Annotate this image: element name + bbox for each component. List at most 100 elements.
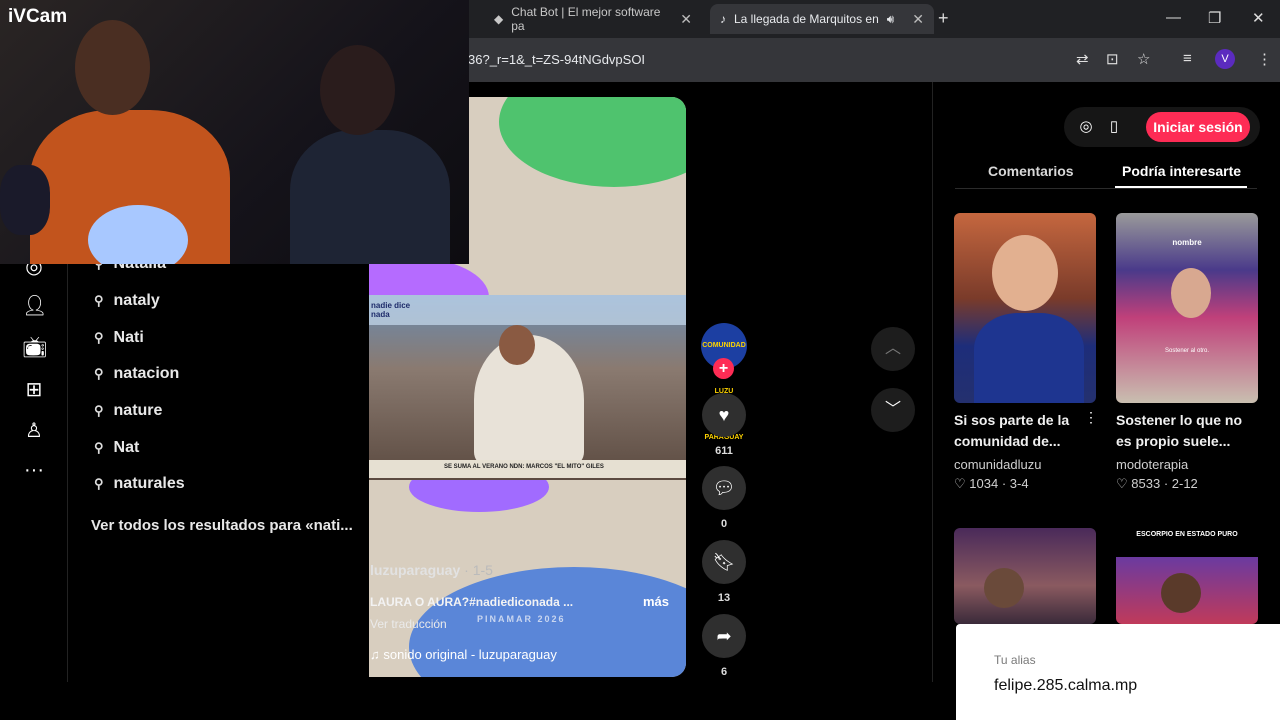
suggestion-item[interactable]: ⚲ nataly (94, 292, 160, 310)
card-title[interactable]: Si sos parte de la comunidad de... (954, 410, 1084, 452)
tab-comments[interactable]: Comentarios (988, 163, 1074, 179)
video-frame: nadie dice nada SE SUMA AL VERANO NDN: M… (369, 295, 686, 480)
share-button[interactable]: ➦ (702, 614, 746, 658)
menu-icon[interactable]: ⋮ (1257, 50, 1272, 68)
suggestion-item[interactable]: ⚲ Nati (94, 329, 144, 347)
close-icon[interactable]: ✕ (912, 11, 924, 28)
maximize-icon[interactable]: ❐ (1208, 9, 1221, 27)
upload-icon[interactable]: ⊞ (22, 377, 46, 401)
alias-card (956, 624, 1280, 720)
person-shirt (290, 130, 450, 264)
suggestion-item[interactable]: ⚲ naturales (94, 475, 185, 493)
tab-title: La llegada de Marquitos en (734, 12, 879, 26)
presenter-head (499, 325, 535, 365)
close-icon[interactable]: ✕ (680, 11, 692, 28)
diamond-icon: ◆ (494, 12, 504, 26)
heart-outline-icon: ♡ (954, 476, 966, 491)
card-meta: ♡ 8533 · 2-12 (1116, 476, 1198, 491)
tab-title: Chat Bot | El mejor software pa (511, 5, 661, 33)
person (1161, 573, 1201, 613)
show-logo: nadie dice nada (371, 301, 411, 319)
star-icon[interactable]: ☆ (1137, 50, 1150, 68)
search-icon: ⚲ (94, 440, 104, 455)
active-tab-indicator (1115, 186, 1247, 188)
follow-button[interactable]: + (713, 358, 734, 379)
see-all-results-link[interactable]: Ver todos los resultados para «nati... (91, 517, 353, 534)
alias-label: Tu alias (994, 653, 1036, 667)
recommended-thumbnail[interactable] (954, 528, 1096, 624)
webcam-overlay: iVCam (0, 0, 469, 264)
profile-icon[interactable]: ♙ (22, 418, 46, 442)
more-icon[interactable]: ··· (22, 459, 46, 483)
search-icon: ⚲ (94, 403, 104, 418)
save-count: 13 (717, 592, 731, 604)
sound-link[interactable]: ♫ sonido original - luzuparaguay (370, 647, 557, 662)
video-author[interactable]: luzuparaguay · 1-5 (370, 562, 493, 578)
next-video-button[interactable]: ﹀ (871, 388, 915, 432)
thumbnail-overlay-text: ESCORPIO EN ESTADO PURO (1136, 531, 1238, 538)
login-button[interactable]: Iniciar sesión (1146, 112, 1250, 142)
tab-tiktok[interactable]: ♪ La llegada de Marquitos en 🔊︎ ✕ (710, 4, 934, 34)
speaker (0, 165, 50, 235)
decor-shape (499, 97, 686, 187)
card-user[interactable]: modoterapia (1116, 457, 1188, 472)
person-head (75, 20, 150, 115)
speaker-icon[interactable]: 🔊︎ (887, 12, 895, 27)
tiktok-icon: ♪ (720, 12, 726, 26)
person-head (320, 45, 395, 135)
save-button[interactable]: 🔖︎ (702, 540, 746, 584)
share-icon: ➦ (716, 625, 732, 646)
thumbnail-subtitle: Sostener al otro. (1164, 348, 1210, 354)
search-icon: ⚲ (94, 366, 104, 381)
lower-third: SE SUMA AL VERANO NDN: MARCOS "EL MITO" … (369, 460, 686, 478)
card-user[interactable]: comunidadluzu (954, 457, 1041, 472)
card-title[interactable]: Sostener lo que no es propio suele... (1116, 410, 1246, 452)
compass-icon[interactable]: ◎ (1076, 117, 1096, 137)
comment-count: 0 (720, 518, 728, 530)
more-button[interactable]: más (643, 594, 669, 609)
profile-avatar[interactable]: V (1215, 49, 1235, 69)
music-note-icon: ♫ (370, 647, 380, 662)
search-icon: ⚲ (94, 476, 104, 491)
suggestion-item[interactable]: ⚲ nature (94, 402, 162, 420)
suggestion-item[interactable]: ⚲ Nat (94, 439, 139, 457)
translate-link[interactable]: Ver traducción (370, 617, 447, 631)
bookmark-icon: 🔖︎ (712, 551, 736, 572)
translate-icon[interactable]: ⇄ (1076, 50, 1089, 68)
webcam-brand: iVCam (8, 6, 68, 27)
watermark: PINAMAR 2026 (477, 614, 566, 624)
comment-button[interactable]: 💬︎ (702, 466, 746, 510)
phone-icon[interactable]: ▯ (1104, 117, 1124, 137)
share-count: 6 (720, 666, 728, 678)
more-options-icon[interactable]: ⋮ (1084, 409, 1098, 426)
search-icon: ⚲ (94, 330, 104, 345)
search-icon: ⚲ (94, 293, 104, 308)
tab-might-interest[interactable]: Podría interesarte (1122, 163, 1241, 179)
banner-text: SE SUMA AL VERANO NDN: MARCOS "EL MITO" … (444, 464, 604, 470)
like-button[interactable]: ♥ (702, 393, 746, 437)
close-window-icon[interactable]: ✕ (1252, 9, 1265, 27)
person (992, 235, 1058, 311)
recommended-thumbnail[interactable]: ESCORPIO EN ESTADO PURO (1116, 528, 1258, 624)
person (1171, 268, 1211, 318)
minimize-icon[interactable]: — (1166, 9, 1181, 26)
address-bar[interactable]: 36?_r=1&_t=ZS-94tNGdvpSOI (468, 52, 645, 67)
chevron-down-icon: ﹀ (884, 401, 901, 418)
thumbnail-overlay-text: nombre (1172, 238, 1202, 247)
recommended-thumbnail[interactable] (954, 213, 1096, 403)
following-icon[interactable]: 👤︎ (22, 293, 47, 317)
suggestion-item[interactable]: ⚲ natacion (94, 365, 179, 383)
install-icon[interactable]: ⊡ (1106, 50, 1119, 68)
alias-value[interactable]: felipe.285.calma.mp (994, 677, 1137, 695)
previous-video-button[interactable]: ︿ (871, 327, 915, 371)
chevron-up-icon: ︿ (884, 340, 901, 357)
person (984, 568, 1024, 608)
heart-icon: ♥ (718, 404, 730, 425)
tab-chat-bot[interactable]: ◆ Chat Bot | El mejor software pa ✕ (484, 4, 702, 34)
tab-divider (955, 188, 1257, 189)
recommended-thumbnail[interactable]: nombre Sostener al otro. (1116, 213, 1258, 403)
new-tab-button[interactable]: + (938, 8, 949, 29)
live-icon[interactable]: 📺︎ (22, 335, 47, 359)
media-icon[interactable]: ≡ (1183, 50, 1192, 67)
comment-icon: 💬︎ (712, 477, 736, 498)
